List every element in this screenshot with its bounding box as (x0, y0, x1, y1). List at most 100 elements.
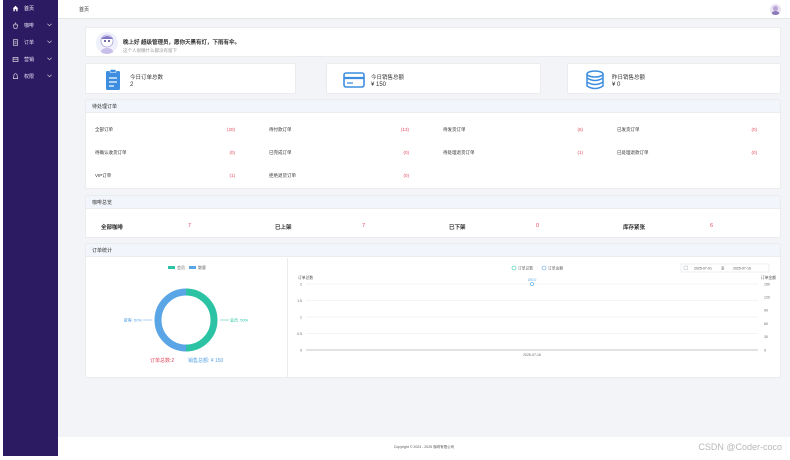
overview-item-name: 已下架 (449, 225, 466, 231)
overview-item-count: 7 (188, 223, 192, 229)
overview-item-count: 6 (710, 223, 714, 229)
permission-icon (11, 73, 19, 81)
pending-item-name: 全部订单 (95, 127, 113, 132)
pending-item[interactable]: 待付款订单 (13) (269, 127, 409, 137)
legend-item[interactable]: 会员 (168, 265, 185, 271)
pending-item-count: (13) (400, 127, 409, 132)
pending-item-name: 待确认收货订单 (95, 150, 127, 155)
order-stats-card: 订单统计 会员 散客 会员: 50% 散客: 50% 订单总数:2 销售总额: ¥ 1… (85, 243, 781, 378)
y-left-tick-label: 0 (300, 348, 302, 352)
date-separator: 至 (721, 266, 725, 270)
x-tick-label: 2025-07-16 (523, 353, 541, 357)
chevron-down-icon (47, 57, 52, 63)
legend-marker (541, 265, 547, 271)
pie-legend: 会员 散客 (168, 265, 206, 271)
date-end[interactable]: 2025-07-16 (733, 266, 751, 270)
sidebar-item-label: 营销 (24, 57, 35, 63)
stat-value: 2 (130, 82, 134, 88)
data-label: 150.0 (528, 278, 537, 282)
overview-item[interactable]: 全部咖啡 7 (101, 223, 191, 231)
stat-card-today-sales: 今日销售总额 ¥ 150 (326, 63, 541, 94)
watermark: CSDN @Coder-coco (698, 442, 782, 452)
y-right-tick-label: 60 (764, 322, 768, 326)
y-axis-right-title: 订单金额 (761, 275, 776, 280)
y-right-tick-label: 120 (764, 296, 770, 300)
overview-item[interactable]: 已上架 7 (275, 223, 365, 231)
date-start[interactable]: 2025-07-01 (694, 266, 712, 270)
pending-item[interactable]: 待确认收货订单 (0) (95, 150, 235, 160)
y-right-tick-label: 0 (764, 348, 766, 352)
avatar[interactable] (770, 4, 781, 15)
line-chart: 订单总数 订单金额 2025-07-01 至 2025-07-16订单总数 订单金额21.… (297, 263, 776, 357)
pending-item-name: 已发货订单 (617, 127, 640, 132)
pending-item-count: (0) (751, 127, 758, 132)
coffee-icon (11, 22, 19, 30)
order-stats-title: 订单统计 (86, 244, 780, 257)
overview-item[interactable]: 库存紧张 6 (623, 223, 713, 231)
welcome-subtitle: 这个人很懒什么都没有留下 (123, 48, 177, 53)
pie-slice[interactable] (154, 288, 187, 352)
chevron-down-icon (47, 40, 52, 46)
overview-item[interactable]: 已下架 0 (449, 223, 539, 231)
pending-item-name: 待付款订单 (269, 127, 292, 132)
y-left-tick-label: 1 (300, 315, 302, 319)
pending-item[interactable]: 待发货订单 (5) (443, 127, 583, 137)
pending-item-count: (0) (403, 150, 410, 155)
sidebar-item-coffee[interactable]: 咖啡 (3, 17, 58, 34)
pending-item-name: 已完成订单 (269, 150, 292, 155)
user-avatar (96, 32, 118, 54)
stat-label: 今日订单总数 (130, 75, 164, 81)
legend-label: 散客 (198, 265, 206, 270)
legend-label[interactable]: 订单总数 (518, 266, 533, 271)
stat-label: 今日销售总额 (371, 75, 405, 81)
overview-item-name: 全部咖啡 (101, 225, 124, 231)
welcome-card: 晚上好 超级管理员，愿你天黑有灯，下雨有伞。 这个人很懒什么都没有留下 (85, 27, 781, 57)
legend-item[interactable]: 散客 (189, 265, 206, 271)
pie-slice[interactable] (185, 288, 218, 352)
legend-label[interactable]: 订单金额 (548, 266, 563, 271)
pending-item[interactable]: 待处理退货订单 (1) (443, 150, 583, 160)
sidebar-item-home[interactable]: 首页 (3, 0, 58, 17)
pending-item-count: (1) (577, 150, 584, 155)
pending-item[interactable]: 已完成订单 (0) (269, 150, 409, 160)
footer: Copyright © 2024 - 2025 咖啡有限公司 (58, 437, 790, 456)
stat-value: ¥ 0 (612, 82, 621, 88)
credit-card-icon (342, 68, 366, 92)
pending-item-name: VIP订单 (95, 173, 112, 178)
line-point-amount[interactable] (530, 282, 534, 286)
clipboard-icon (101, 68, 125, 92)
pending-item-count: (5) (577, 127, 584, 132)
sidebar-item-permission[interactable]: 权限 (3, 68, 58, 85)
stat-label: 昨日销售总额 (612, 75, 646, 81)
pending-item[interactable]: 已处理退款订单 (0) (617, 150, 757, 160)
pending-item[interactable]: VIP订单 (1) (95, 173, 235, 183)
pending-item[interactable]: 拒绝退货订单 (0) (269, 173, 409, 183)
pending-item-count: (20) (226, 127, 235, 132)
pending-item-name: 已处理退款订单 (617, 150, 649, 155)
coins-icon (583, 68, 607, 92)
overview-item-name: 库存紧张 (623, 225, 646, 231)
pending-orders-title: 待处理订单 (86, 100, 780, 113)
sidebar: 首页 咖啡 订单 营销 权限 (3, 0, 58, 456)
y-right-tick-label: 150 (764, 282, 770, 286)
overview-item-count: 0 (536, 223, 540, 229)
main-content: 晚上好 超级管理员，愿你天黑有灯，下雨有伞。 这个人很懒什么都没有留下 今日订单… (58, 19, 790, 437)
pending-item-count: (0) (751, 150, 758, 155)
home-icon (11, 5, 19, 13)
pie-total-amount: 销售总额: ¥ 150 (188, 357, 224, 364)
sidebar-item-marketing[interactable]: 营销 (3, 51, 58, 68)
pending-item[interactable]: 已发货订单 (0) (617, 127, 757, 137)
pending-item-name: 拒绝退货订单 (269, 173, 296, 178)
stat-card-yesterday-sales: 昨日销售总额 ¥ 0 (567, 63, 781, 94)
y-right-tick-label: 90 (764, 309, 768, 313)
sidebar-item-label: 咖啡 (24, 23, 35, 29)
pending-item-name: 待发货订单 (443, 127, 466, 132)
topbar: 首页 (58, 0, 790, 19)
y-left-tick-label: 2 (300, 282, 302, 286)
pending-item[interactable]: 全部订单 (20) (95, 127, 235, 137)
chevron-down-icon (47, 74, 52, 80)
breadcrumb[interactable]: 首页 (79, 6, 89, 13)
pending-orders-card: 待处理订单 全部订单 (20) 待付款订单 (13) 待发货订单 (5) 已发货订单 (… (85, 99, 781, 189)
pie-slice-label: 会员: 50% (230, 316, 249, 322)
sidebar-item-orders[interactable]: 订单 (3, 34, 58, 51)
